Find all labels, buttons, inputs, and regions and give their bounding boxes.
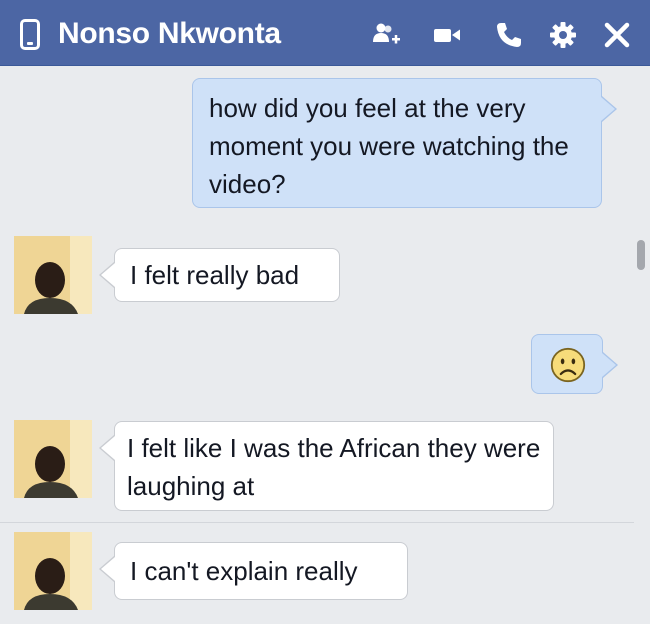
outgoing-message xyxy=(531,334,618,394)
contact-avatar[interactable] xyxy=(14,236,92,314)
contact-avatar[interactable] xyxy=(14,532,92,610)
outgoing-message: how did you feel at the very moment you … xyxy=(192,78,617,208)
video-call-icon[interactable] xyxy=(432,20,462,50)
sad-face-emoji-icon xyxy=(550,347,586,383)
message-text: I felt like I was the African they were … xyxy=(127,433,541,501)
chat-title[interactable]: Nonso Nkwonta xyxy=(58,14,281,54)
settings-gear-icon[interactable] xyxy=(548,20,578,50)
contact-avatar[interactable] xyxy=(14,420,92,498)
add-friend-icon[interactable] xyxy=(372,20,402,50)
message-text: how did you feel at the very moment you … xyxy=(209,93,569,199)
incoming-message: I felt like I was the African they were … xyxy=(99,421,554,511)
incoming-message: I can't explain really xyxy=(99,542,408,600)
close-icon[interactable] xyxy=(602,20,632,50)
divider xyxy=(0,522,634,523)
message-text: I can't explain really xyxy=(130,556,358,586)
scrollbar-thumb[interactable] xyxy=(637,240,645,270)
incoming-message: I felt really bad xyxy=(99,248,340,302)
message-text: I felt really bad xyxy=(130,260,300,290)
chat-window: Nonso Nkwonta how did you feel at the ve… xyxy=(0,0,650,624)
chat-header: Nonso Nkwonta xyxy=(0,0,650,66)
phone-call-icon[interactable] xyxy=(494,20,524,50)
scrollbar-track[interactable] xyxy=(634,66,650,624)
mobile-phone-icon xyxy=(20,19,40,50)
